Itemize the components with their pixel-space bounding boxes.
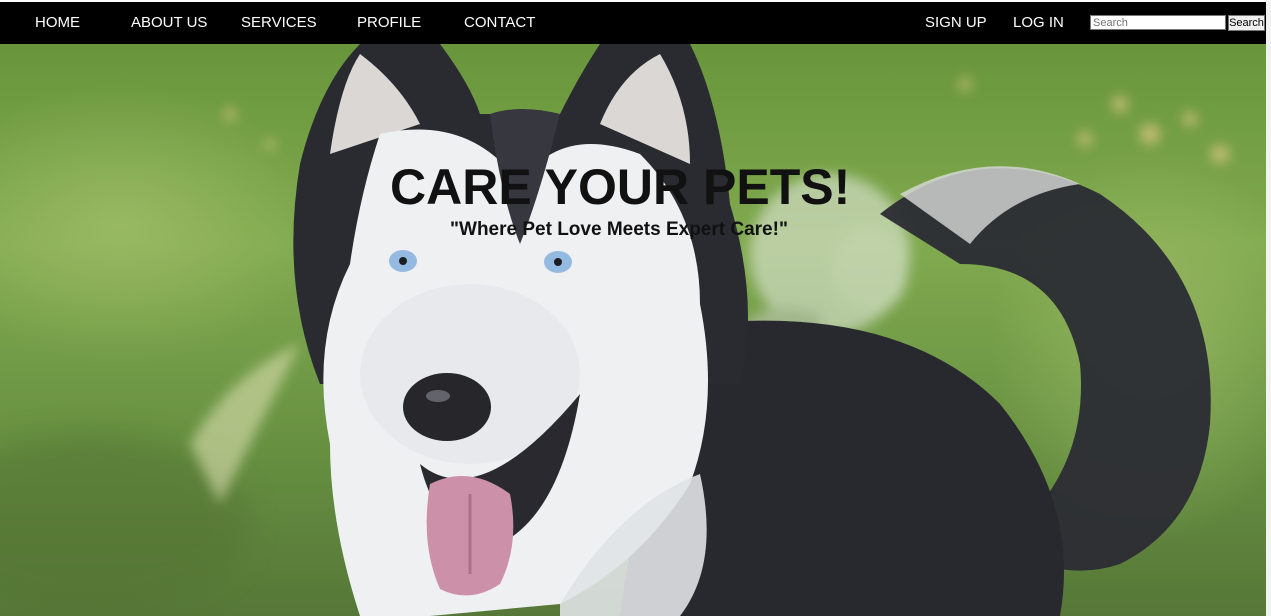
top-navbar: HOME ABOUT US SERVICES PROFILE CONTACT S…	[0, 2, 1266, 44]
hero-subtitle: "Where Pet Love Meets Expert Care!"	[450, 219, 788, 240]
search-input[interactable]	[1090, 15, 1226, 30]
hero-title: CARE YOUR PETS!	[390, 159, 851, 215]
scrollbar-track[interactable]	[1266, 0, 1271, 616]
nav-about-link[interactable]: ABOUT US	[131, 2, 207, 44]
page: HOME ABOUT US SERVICES PROFILE CONTACT S…	[0, 0, 1271, 616]
hero-background-image	[0, 44, 1266, 616]
hero-section: CARE YOUR PETS! "Where Pet Love Meets Ex…	[0, 44, 1266, 616]
nav-contact-link[interactable]: CONTACT	[464, 2, 535, 44]
search-button[interactable]: Search	[1228, 15, 1265, 31]
nav-services-link[interactable]: SERVICES	[241, 2, 317, 44]
nav-home-link[interactable]: HOME	[35, 2, 80, 44]
nav-profile-link[interactable]: PROFILE	[357, 2, 421, 44]
nav-login-link[interactable]: LOG IN	[1013, 2, 1064, 44]
nav-signup-link[interactable]: SIGN UP	[925, 2, 987, 44]
